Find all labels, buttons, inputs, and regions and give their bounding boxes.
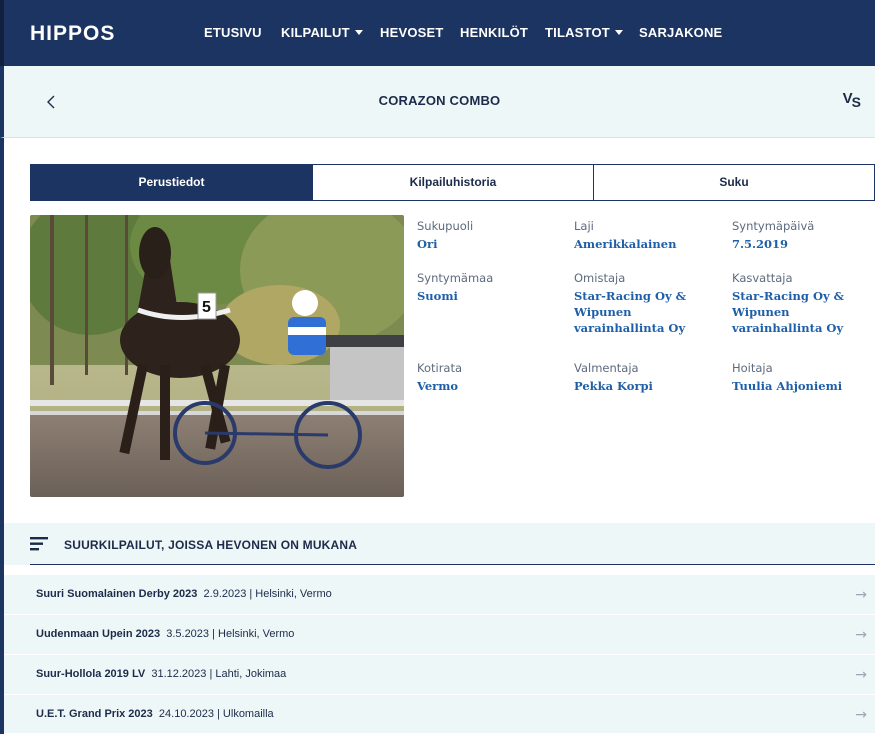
nav-etusivu-label: ETUSIVU — [204, 25, 262, 40]
hippos-logo-mark: HIPPOS — [30, 22, 115, 44]
info-label: Laji — [574, 219, 594, 233]
races-section-title: SUURKILPAILUT, JOISSA HEVONEN ON MUKANA — [64, 538, 358, 552]
arrow-right-icon: → — [855, 627, 867, 643]
race-row[interactable]: Suuri Suomalainen Derby 2023 2.9.2023 | … — [4, 575, 875, 615]
race-name: U.E.T. Grand Prix 2023 — [36, 708, 153, 720]
race-name: Suuri Suomalainen Derby 2023 — [36, 588, 198, 600]
info-hoitaja: Hoitaja Tuulia Ahjoniemi — [732, 360, 842, 394]
nav-kilpailut[interactable]: KILPAILUT — [281, 0, 363, 66]
race-text: Suur-Hollola 2019 LV 31.12.2023 | Lahti,… — [36, 668, 286, 680]
race-details: 24.10.2023 | Ulkomailla — [158, 708, 274, 720]
menu-lines-icon — [30, 537, 48, 551]
info-valmentaja: Valmentaja Pekka Korpi — [574, 360, 653, 394]
nav-etusivu[interactable]: ETUSIVU — [204, 0, 262, 66]
info-label: Kasvattaja — [732, 271, 793, 285]
nav-hevoset[interactable]: HEVOSET — [380, 0, 444, 66]
info-label: Omistaja — [574, 271, 626, 285]
page-header: CORAZON COMBO VS — [0, 66, 875, 138]
nav-henkilot-label: HENKILÖT — [460, 25, 529, 40]
caret-down-icon — [614, 30, 623, 35]
info-value: Suomi — [417, 289, 458, 303]
info-label: Sukupuoli — [417, 219, 474, 233]
top-navigation: HIPPOS ETUSIVU KILPAILUT HEVOSET HENKILÖ… — [0, 0, 875, 66]
info-syntymamaa: Syntymämaa Suomi — [417, 270, 493, 304]
race-text: U.E.T. Grand Prix 2023 24.10.2023 | Ulko… — [36, 708, 274, 720]
svg-text:5: 5 — [202, 299, 211, 316]
info-label: Hoitaja — [732, 361, 773, 375]
info-value: Vermo — [417, 379, 459, 393]
race-row[interactable]: Uudenmaan Upein 2023 3.5.2023 | Helsinki… — [4, 615, 875, 655]
arrow-right-icon: → — [855, 667, 867, 683]
vs-logo[interactable]: VS — [843, 90, 861, 110]
info-value: Amerikkalainen — [574, 237, 677, 251]
info-sukupuoli: Sukupuoli Ori — [417, 218, 473, 252]
race-name: Uudenmaan Upein 2023 — [36, 628, 161, 640]
caret-down-icon — [354, 30, 363, 35]
info-label: Valmentaja — [574, 361, 639, 375]
info-value: 7.5.2019 — [732, 237, 789, 251]
horse-photo: 5 — [30, 215, 404, 497]
hippos-logo[interactable]: HIPPOS — [30, 20, 140, 46]
info-kasvattaja: Kasvattaja Star-Racing Oy & Wipunen vara… — [732, 270, 874, 336]
race-name: Suur-Hollola 2019 LV — [36, 668, 146, 680]
races-section-header: SUURKILPAILUT, JOISSA HEVONEN ON MUKANA — [4, 523, 875, 565]
tab-perustiedot[interactable]: Perustiedot — [31, 165, 313, 200]
arrow-right-icon: → — [855, 587, 867, 603]
race-row[interactable]: U.E.T. Grand Prix 2023 24.10.2023 | Ulko… — [4, 695, 875, 734]
info-value: Star-Racing Oy & Wipunen varainhallinta … — [574, 289, 687, 335]
info-omistaja: Omistaja Star-Racing Oy & Wipunen varain… — [574, 270, 724, 336]
race-details: 3.5.2023 | Helsinki, Vermo — [166, 628, 295, 640]
tab-kilpailuhistoria[interactable]: Kilpailuhistoria — [313, 165, 594, 200]
vs-logo-s: S — [851, 94, 861, 110]
race-text: Suuri Suomalainen Derby 2023 2.9.2023 | … — [36, 588, 332, 600]
nav-tilastot[interactable]: TILASTOT — [545, 0, 623, 66]
info-value: Ori — [417, 237, 438, 251]
tab-suku[interactable]: Suku — [594, 165, 874, 200]
arrow-right-icon: → — [855, 707, 867, 723]
nav-tilastot-label: TILASTOT — [545, 25, 610, 40]
tab-bar: Perustiedot Kilpailuhistoria Suku — [30, 164, 875, 201]
info-label: Syntymämaa — [417, 271, 494, 285]
divider — [30, 564, 875, 565]
race-text: Uudenmaan Upein 2023 3.5.2023 | Helsinki… — [36, 628, 294, 640]
info-laji: Laji Amerikkalainen — [574, 218, 676, 252]
race-details: 2.9.2023 | Helsinki, Vermo — [203, 588, 332, 600]
nav-kilpailut-label: KILPAILUT — [281, 25, 350, 40]
info-value: Star-Racing Oy & Wipunen varainhallinta … — [732, 289, 845, 335]
page-title: CORAZON COMBO — [378, 93, 501, 108]
info-syntymapaiva: Syntymäpäivä 7.5.2019 — [732, 218, 814, 252]
horse-photo-image: 5 — [30, 215, 404, 497]
info-label: Kotirata — [417, 361, 463, 375]
nav-henkilot[interactable]: HENKILÖT — [460, 0, 528, 66]
nav-sarjakone-label: SARJAKONE — [639, 25, 723, 40]
info-value: Pekka Korpi — [574, 379, 653, 393]
race-row[interactable]: Suur-Hollola 2019 LV 31.12.2023 | Lahti,… — [4, 655, 875, 695]
info-kotirata: Kotirata Vermo — [417, 360, 462, 394]
nav-hevoset-label: HEVOSET — [380, 25, 444, 40]
info-value: Tuulia Ahjoniemi — [732, 379, 843, 393]
svg-text:HIPPOS: HIPPOS — [30, 22, 115, 44]
info-label: Syntymäpäivä — [732, 219, 815, 233]
race-details: 31.12.2023 | Lahti, Jokimaa — [151, 668, 287, 680]
nav-sarjakone[interactable]: SARJAKONE — [639, 0, 722, 66]
